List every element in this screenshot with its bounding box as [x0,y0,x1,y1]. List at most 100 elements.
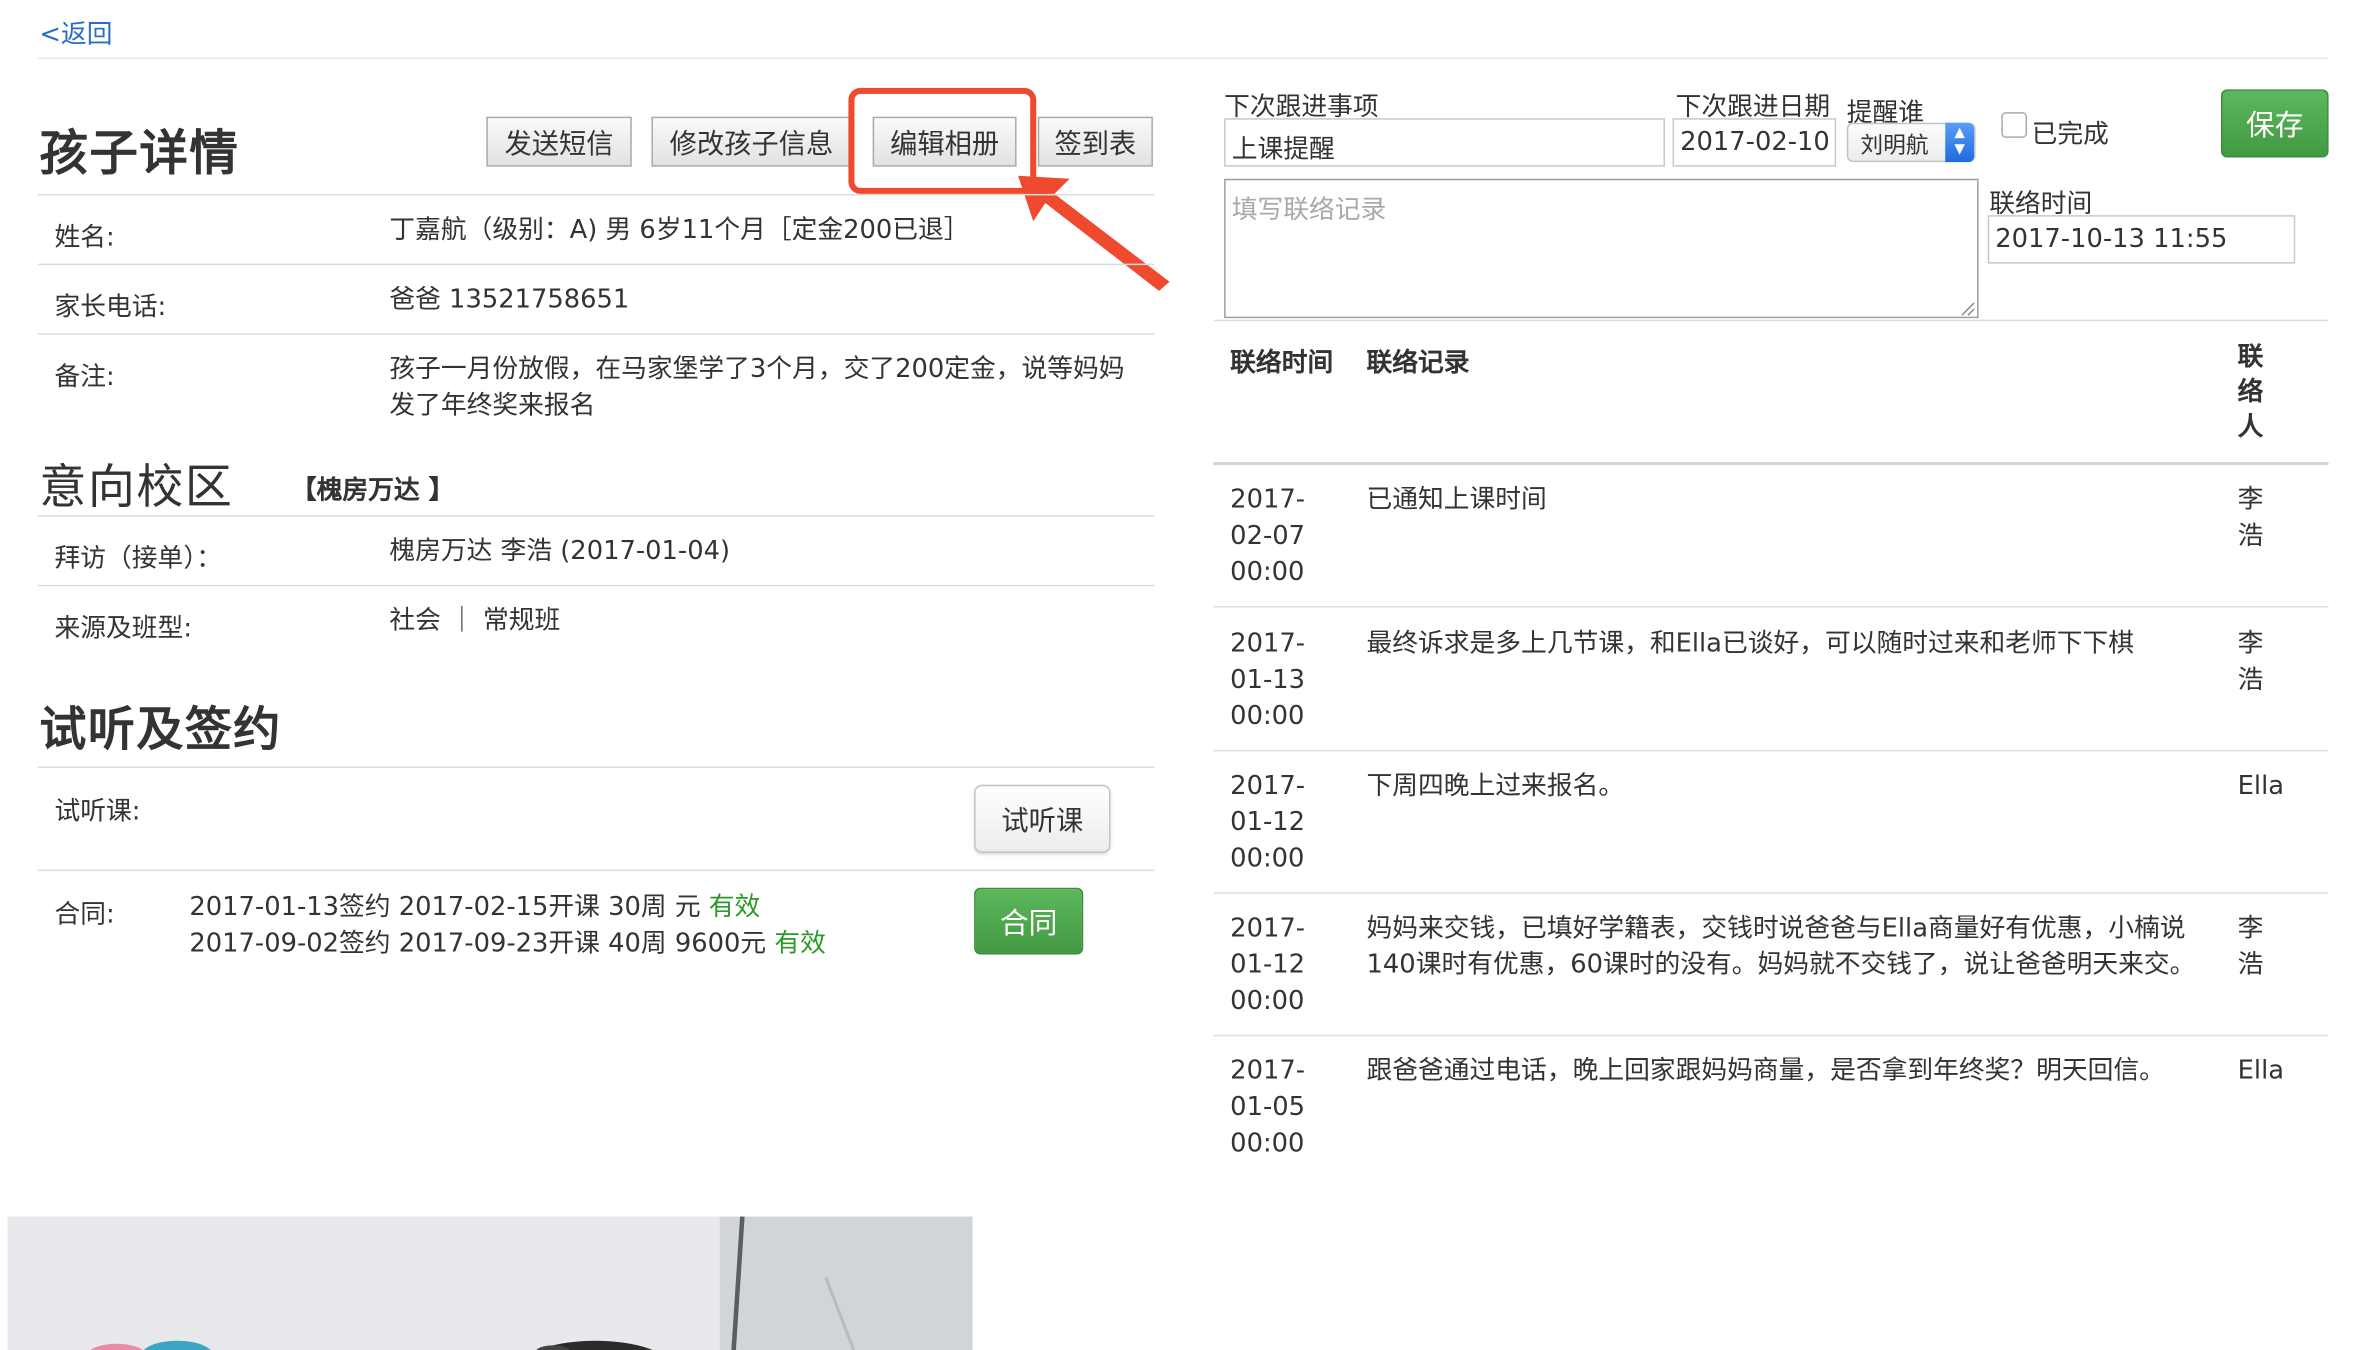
contact-time-input[interactable]: 2017-10-13 11:55 [1987,215,2296,264]
field-label-remark: 备注: [54,362,115,393]
contact-line: Ella [2237,771,2285,802]
completed-label: 已完成 [2031,119,2109,150]
date-line: 2017- [1230,913,1306,944]
field-value-remark-line1: 孩子一月份放假，在马家堡学了3个月，交了200定金，说等妈妈 [389,354,1125,385]
contract-text: 2017-01-13签约 2017-02-15开课 30周 元 [189,892,701,923]
col-header-contact: 联 络 人 [2238,341,2264,446]
date-line: 00:00 [1230,986,1305,1017]
divider [1213,606,2329,608]
field-label-source: 来源及班型: [54,613,193,644]
date-line: 2017- [1230,1055,1306,1087]
contract-status: 有效 [708,892,761,923]
table-row-contact: 李 浩 [2238,482,2264,555]
page: <返回 孩子详情 发送短信 修改孩子信息 编辑相册 签到表 姓名: 丁嘉航（级别… [0,0,2363,1350]
date-line: 00:00 [1230,557,1305,588]
divider [37,193,1155,196]
contact-line: 浩 [2237,949,2264,981]
contact-line: 浩 [2237,521,2264,552]
completed-checkbox[interactable] [2001,112,2028,138]
next-item-input[interactable]: 上课提醒 [1224,118,1665,167]
divider [1213,1034,2329,1037]
trial-class-button[interactable]: 试听课 [974,784,1111,853]
arrow-icon [1018,175,1170,291]
date-line: 02-07 [1230,521,1306,552]
send-sms-button[interactable]: 发送短信 [486,116,632,167]
date-line: 01-13 [1230,665,1306,696]
record-line: 已通知上课时间 [1366,484,1547,516]
table-row-time: 2017- 01-12 00:00 [1230,911,1305,1020]
divider [37,515,1155,517]
contact-line: 李 [2237,484,2264,516]
table-row-time: 2017- 02-07 00:00 [1230,482,1305,591]
date-line: 01-05 [1230,1092,1306,1123]
divider [1213,319,2329,322]
table-row-record: 最终诉求是多上几节课，和Ella已谈好，可以随时过来和老师下下棋 [1367,626,2135,662]
field-value-name: 丁嘉航（级别：A) 男 6岁11个月［定金200已退］ [389,215,970,246]
photo-content [7,1216,973,1350]
table-row-record: 已通知上课时间 [1367,482,1547,518]
contract-label: 合同: [54,899,115,931]
contact-line: 李 [2237,913,2264,944]
contact-line: Ella [2237,1055,2285,1087]
field-label-name: 姓名: [54,222,115,254]
divider [1213,749,2329,752]
contract-text: 2017-09-02签约 2017-09-23开课 40周 9600元 [189,928,767,959]
table-row-record: 下周四晚上过来报名。 [1367,768,1625,804]
field-value-parent-phone: 爸爸 13521758651 [389,284,630,316]
record-line: 最终诉求是多上几节课，和Ella已谈好，可以随时过来和老师下下棋 [1366,628,2135,660]
col-header-contact-char: 络 [2237,377,2264,408]
table-row-time: 2017- 01-05 00:00 [1230,1053,1305,1162]
edit-child-button[interactable]: 修改孩子信息 [651,116,852,167]
campus-name: 【槐房万达 】 [290,475,455,507]
remind-select-value: 刘明航 [1860,131,1929,160]
contract-line: 2017-09-02签约 2017-09-23开课 40周 9600元 有效 [189,926,825,962]
col-header-contact-char: 人 [2237,412,2264,443]
contact-line: 浩 [2237,665,2264,696]
back-link[interactable]: <返回 [39,12,112,50]
divider [37,869,1155,872]
field-label-parent-phone: 家长电话: [54,292,167,323]
trial-title: 试听及签约 [39,702,282,758]
date-line: 2017- [1230,628,1306,660]
table-row-record: 妈妈来交钱，已填好学籍表，交钱时说爸爸与Ella商量好有优惠，小楠说 140课时… [1367,911,2196,984]
contract-line: 2017-01-13签约 2017-02-15开课 30周 元 有效 [189,889,760,925]
date-line: 01-12 [1230,949,1306,981]
date-line: 2017- [1230,771,1306,802]
updown-chevron-icon: ▲ ▼ [1945,122,1975,163]
next-date-label: 下次跟进日期 [1675,92,1831,123]
divider [37,263,1155,266]
record-line: 140课时有优惠，60课时的没有。妈妈就不交钱了，说让爸爸明天来交。 [1366,949,2196,981]
next-item-label: 下次跟进事项 [1224,92,1379,123]
record-line: 下周四晚上过来报名。 [1366,771,1625,802]
date-line: 01-12 [1230,807,1306,838]
campus-title: 意向校区 [39,460,234,516]
table-row-record: 跟爸爸通过电话，晚上回家跟妈妈商量，是否拿到年终奖？明天回信。 [1367,1053,2165,1089]
divider [37,584,1155,587]
table-row-time: 2017- 01-13 00:00 [1230,626,1305,735]
record-line: 妈妈来交钱，已填好学籍表，交钱时说爸爸与Ella商量好有优惠，小楠说 [1366,913,2186,944]
divider [37,333,1155,335]
divider [37,57,2329,60]
resize-grip-icon[interactable] [1959,300,1976,317]
divider [1213,892,2329,894]
next-date-input[interactable]: 2017-02-10 [1672,118,1837,167]
child-detail-title: 孩子详情 [39,124,240,182]
trial-label: 试听课: [54,796,141,828]
save-button[interactable]: 保存 [2220,89,2329,158]
table-row-contact: Ella [2238,1053,2284,1089]
contact-line: 李 [2237,628,2264,660]
date-line: 00:00 [1230,843,1305,875]
col-header-time: 联络时间 [1230,348,1334,379]
record-textarea[interactable]: 填写联络记录 [1224,178,1979,319]
record-line: 跟爸爸通过电话，晚上回家跟妈妈商量，是否拿到年终奖？明天回信。 [1366,1055,2165,1087]
divider [1213,462,2329,466]
contract-button[interactable]: 合同 [974,887,1084,955]
field-label-visit: 拜访（接单）： [54,543,222,575]
table-row-time: 2017- 01-12 00:00 [1230,768,1305,877]
table-row-contact: Ella [2238,768,2284,804]
remind-select[interactable]: 刘明航 ▲ ▼ [1846,122,1976,163]
contract-status: 有效 [774,928,826,959]
date-line: 00:00 [1230,1128,1305,1159]
field-value-source: 社会 ｜ 常规班 [389,606,561,637]
contact-time-label: 联络时间 [1989,189,2093,220]
